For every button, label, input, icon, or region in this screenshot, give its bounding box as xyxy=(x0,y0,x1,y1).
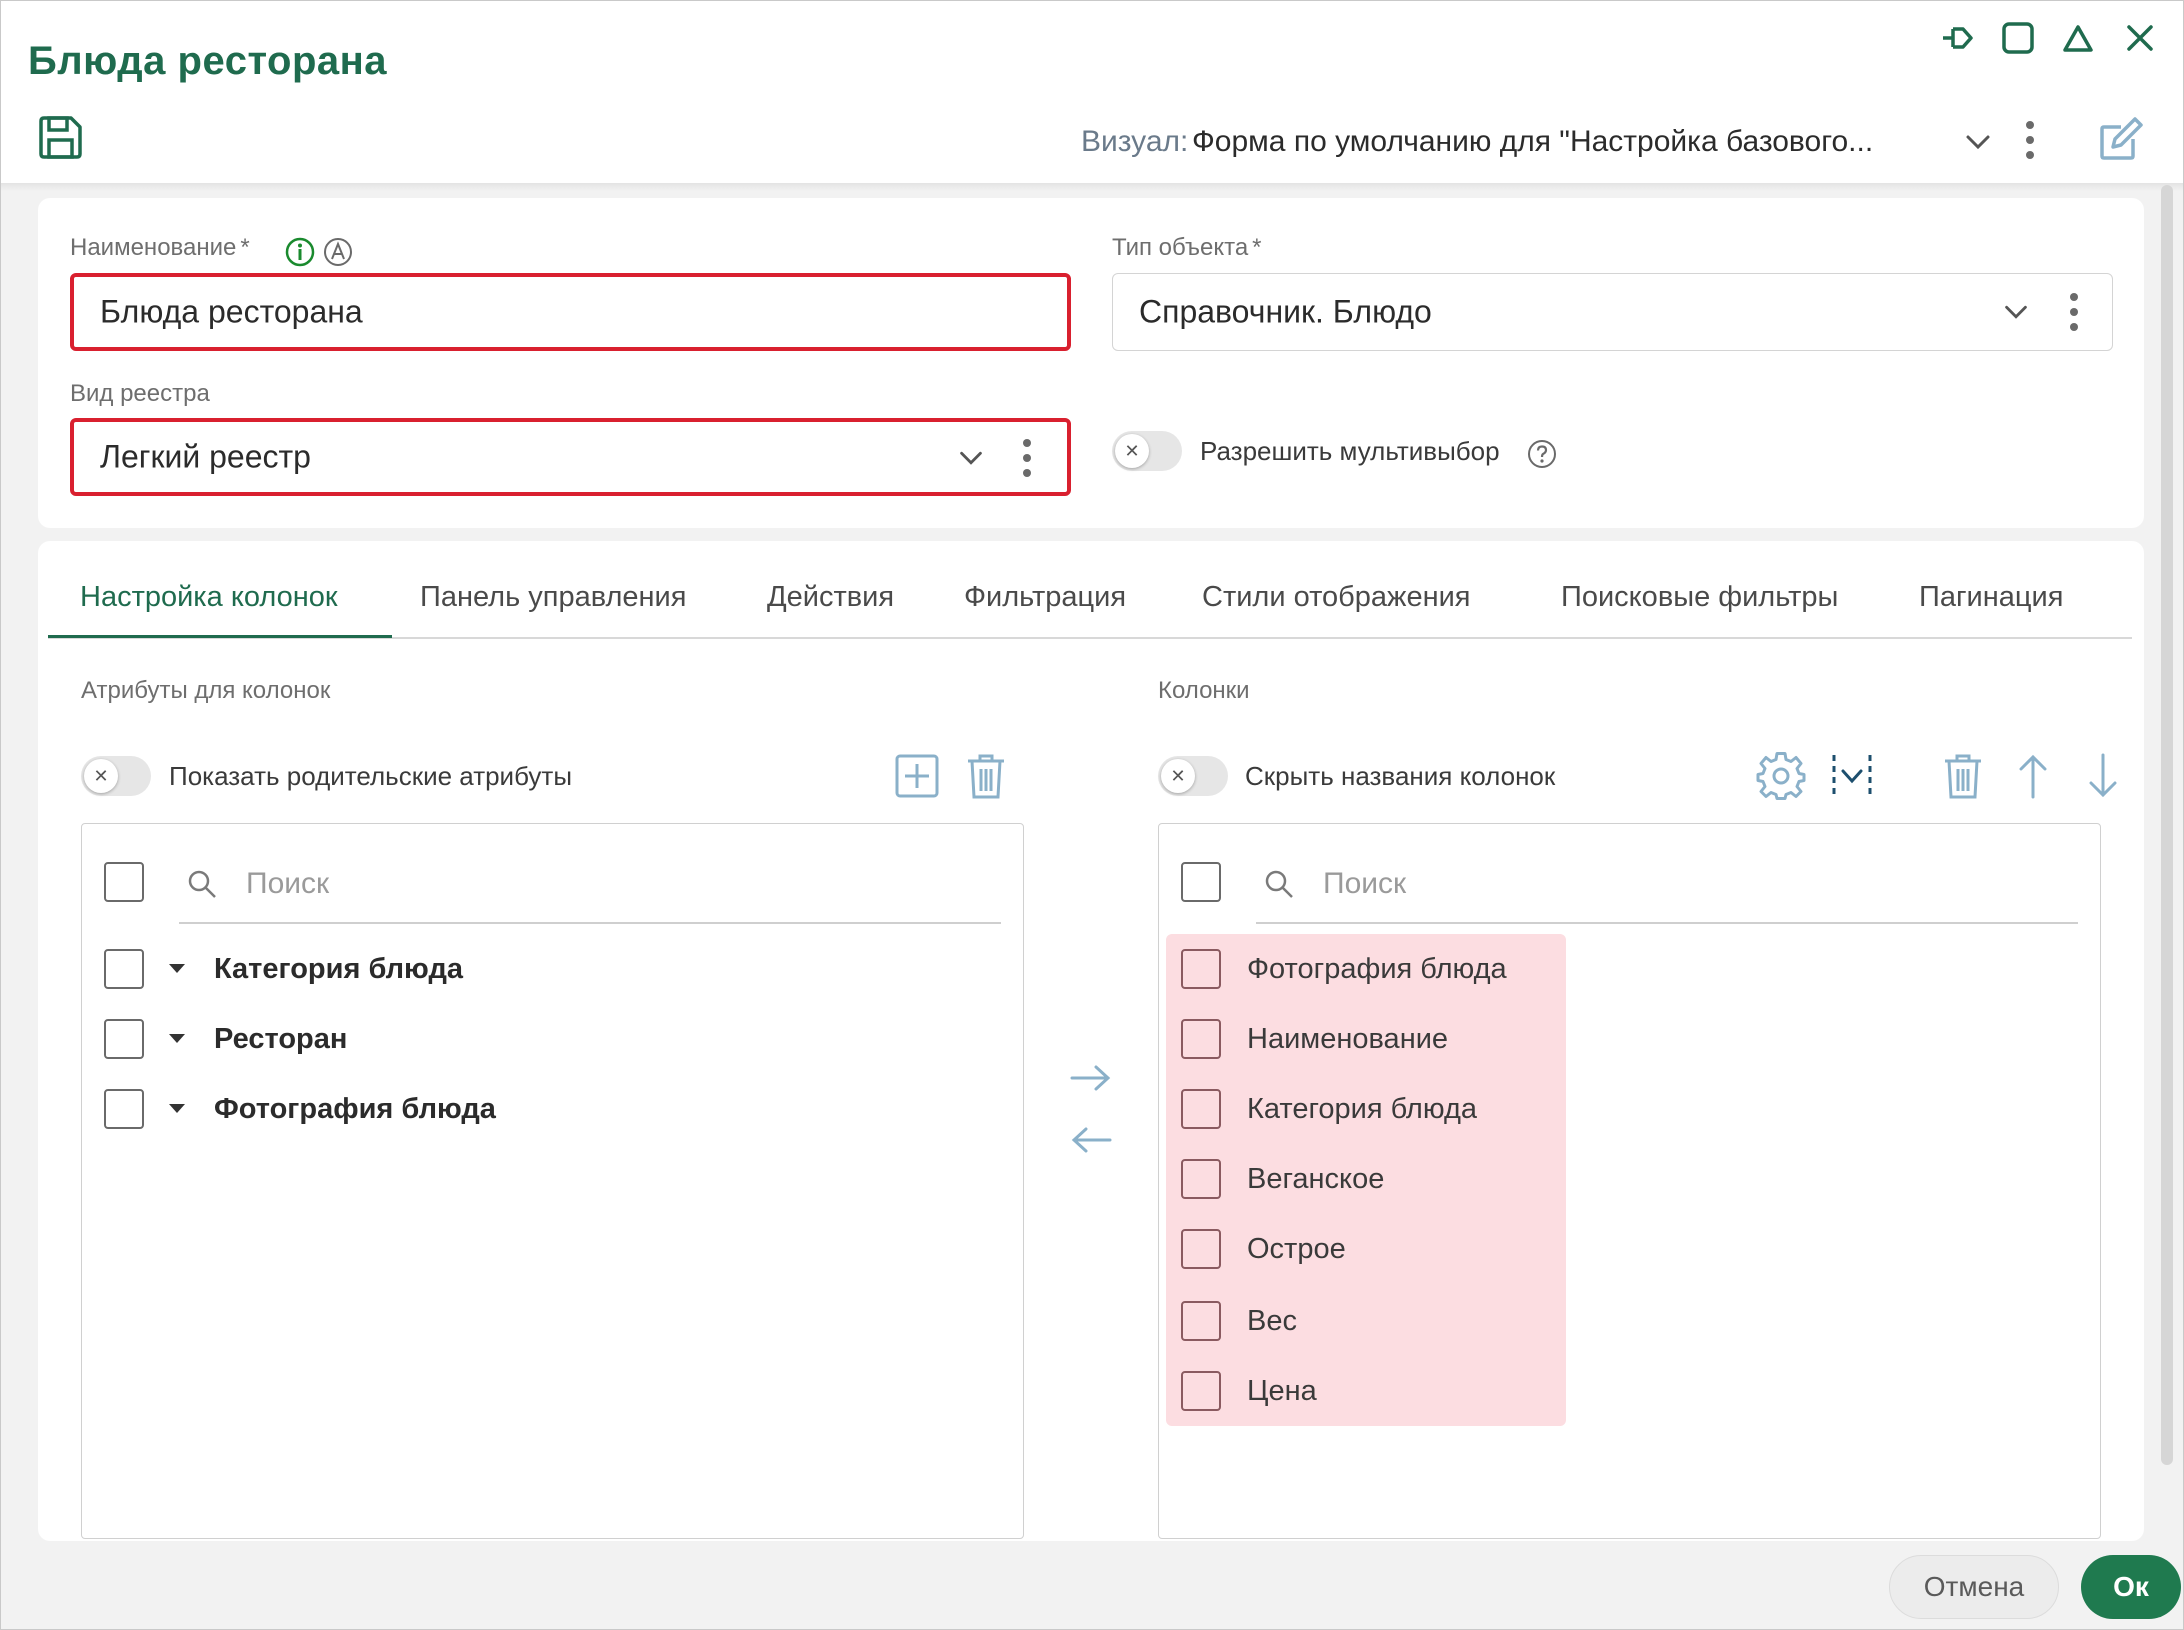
registry-label: Вид реестра xyxy=(70,380,210,407)
dialog-title: Блюда ресторана xyxy=(28,39,388,83)
column-checkbox[interactable] xyxy=(1181,949,1221,989)
column-item[interactable]: Фотография блюда xyxy=(1247,953,1507,986)
attribute-item[interactable]: Фотография блюда xyxy=(214,1093,496,1126)
hide-column-names-label: Скрыть названия колонок xyxy=(1245,761,1556,791)
column-checkbox[interactable] xyxy=(1181,1301,1221,1341)
properties-panel: Наименование * Блюда ресторана Тип объект… xyxy=(38,198,2144,528)
name-field[interactable]: Блюда ресторана xyxy=(70,273,1071,351)
close-icon[interactable] xyxy=(2121,19,2159,57)
object-type-select[interactable]: Справочник. Блюдо xyxy=(1112,273,2113,351)
visual-value[interactable]: Форма по умолчанию для "Настройка базово… xyxy=(1192,125,1873,159)
search-icon xyxy=(188,870,216,898)
more-vertical-icon[interactable] xyxy=(1015,436,1039,480)
tab-actions[interactable]: Действия xyxy=(767,581,894,632)
column-item[interactable]: Острое xyxy=(1247,1233,1346,1266)
info-icon[interactable] xyxy=(284,236,316,268)
attributes-section-label: Атрибуты для колонок xyxy=(81,677,331,704)
columns-search-input[interactable]: Поиск xyxy=(1323,867,1406,901)
translation-icon[interactable] xyxy=(322,236,354,268)
show-parent-attributes-label: Показать родительские атрибуты xyxy=(169,761,572,791)
column-checkbox[interactable] xyxy=(1181,1159,1221,1199)
select-all-attributes-checkbox[interactable] xyxy=(104,862,144,902)
more-vertical-icon[interactable] xyxy=(2062,290,2086,334)
header-divider xyxy=(1,183,2183,191)
object-type-label: Тип объекта * xyxy=(1112,234,1262,261)
attribute-checkbox[interactable] xyxy=(104,949,144,989)
show-parent-attributes-toggle[interactable]: ✕ xyxy=(81,756,151,796)
vertical-scrollbar[interactable] xyxy=(2161,185,2173,1465)
add-attribute-icon[interactable] xyxy=(893,752,941,800)
visual-label: Визуал: xyxy=(1081,125,1189,158)
arrow-left-icon[interactable] xyxy=(1068,1123,1114,1157)
column-checkbox[interactable] xyxy=(1181,1229,1221,1269)
tab-filtering[interactable]: Фильтрация xyxy=(964,581,1126,632)
delete-attribute-icon[interactable] xyxy=(963,751,1009,801)
toggle-off-icon: ✕ xyxy=(84,759,118,793)
multiselect-label: Разрешить мультивыбор xyxy=(1200,436,1500,466)
toggle-off-icon: ✕ xyxy=(1115,434,1149,468)
dialog-window: Блюда ресторана Визуал: Форма по умолчан… xyxy=(0,0,2184,1630)
edit-icon[interactable] xyxy=(2097,115,2145,163)
dialog-header: Блюда ресторана Визуал: Форма по умолчан… xyxy=(1,1,2183,183)
select-all-columns-checkbox[interactable] xyxy=(1181,862,1221,902)
save-icon[interactable] xyxy=(35,113,85,163)
active-tab-indicator xyxy=(48,635,392,638)
column-item[interactable]: Цена xyxy=(1247,1375,1317,1408)
move-down-icon[interactable] xyxy=(2083,751,2123,801)
delete-column-icon[interactable] xyxy=(1940,751,1986,801)
gear-icon[interactable] xyxy=(1756,751,1806,801)
chevron-down-icon[interactable] xyxy=(2000,296,2032,328)
columns-section-label: Колонки xyxy=(1158,677,1250,704)
column-item[interactable]: Веганское xyxy=(1247,1163,1384,1196)
column-item[interactable]: Категория блюда xyxy=(1247,1093,1477,1126)
column-checkbox[interactable] xyxy=(1181,1019,1221,1059)
attribute-item[interactable]: Категория блюда xyxy=(214,953,463,986)
tab-control-panel[interactable]: Панель управления xyxy=(420,581,686,632)
maximize-icon[interactable] xyxy=(1999,19,2037,57)
cancel-button[interactable]: Отмена xyxy=(1889,1555,2059,1619)
column-checkbox[interactable] xyxy=(1181,1371,1221,1411)
search-underline xyxy=(179,922,1001,924)
arrow-right-icon[interactable] xyxy=(1068,1061,1114,1095)
collapse-icon[interactable] xyxy=(2059,19,2097,57)
chevron-down-icon[interactable] xyxy=(1961,125,1995,159)
caret-down-icon[interactable] xyxy=(169,1104,185,1113)
tab-pagination[interactable]: Пагинация xyxy=(1919,581,2063,632)
registry-type-select[interactable]: Легкий реестр xyxy=(70,418,1071,496)
hide-column-names-toggle[interactable]: ✕ xyxy=(1158,756,1228,796)
name-label: Наименование * xyxy=(70,234,250,261)
pin-icon[interactable] xyxy=(1939,19,1977,57)
ok-button[interactable]: Ок xyxy=(2081,1555,2181,1619)
attribute-item[interactable]: Ресторан xyxy=(214,1023,347,1056)
tab-column-settings[interactable]: Настройка колонок xyxy=(80,581,338,632)
attribute-checkbox[interactable] xyxy=(104,1089,144,1129)
more-vertical-icon[interactable] xyxy=(2015,117,2045,163)
columns-list: Поиск Фотография блюда Наименование Кате… xyxy=(1158,823,2101,1539)
column-item[interactable]: Вес xyxy=(1247,1305,1297,1338)
multiselect-toggle[interactable]: ✕ xyxy=(1112,431,1182,471)
settings-panel: Настройка колонок Панель управления Дейс… xyxy=(38,541,2144,1541)
chevron-down-icon[interactable] xyxy=(955,442,987,474)
move-up-icon[interactable] xyxy=(2013,751,2053,801)
column-split-icon[interactable] xyxy=(1828,751,1876,801)
column-item[interactable]: Наименование xyxy=(1247,1023,1448,1056)
tab-bar: Настройка колонок Панель управления Дейс… xyxy=(48,581,2132,639)
column-checkbox[interactable] xyxy=(1181,1089,1221,1129)
search-icon xyxy=(1265,870,1293,898)
help-icon[interactable] xyxy=(1526,438,1558,470)
tab-search-filters[interactable]: Поисковые фильтры xyxy=(1561,581,1838,632)
tab-display-styles[interactable]: Стили отображения xyxy=(1202,581,1471,632)
attributes-search-input[interactable]: Поиск xyxy=(246,867,329,901)
toggle-off-icon: ✕ xyxy=(1161,759,1195,793)
caret-down-icon[interactable] xyxy=(169,964,185,973)
attribute-checkbox[interactable] xyxy=(104,1019,144,1059)
attributes-list: Поиск Категория блюда Ресторан Фотографи… xyxy=(81,823,1024,1539)
search-underline xyxy=(1256,922,2078,924)
caret-down-icon[interactable] xyxy=(169,1034,185,1043)
